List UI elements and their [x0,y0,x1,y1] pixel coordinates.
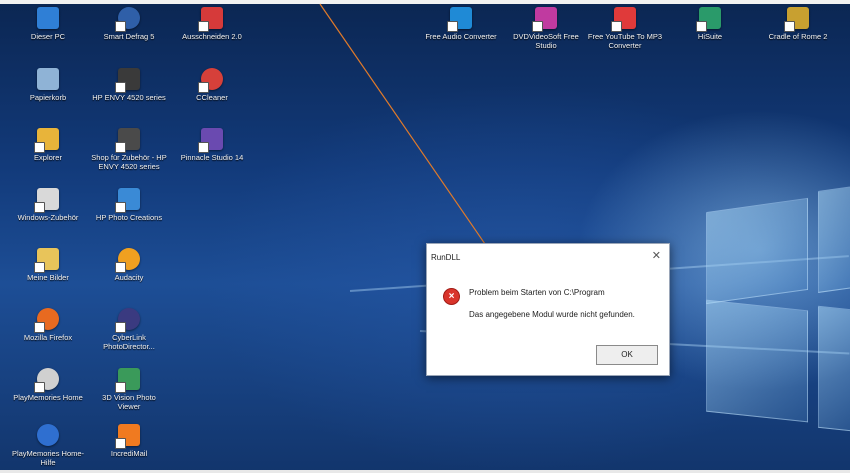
headphones-icon [447,7,472,32]
desktop-icon-ausschneiden[interactable]: Ausschneiden 2.0 [173,7,251,41]
desktop-icon-free-studio[interactable]: DVDVideoSoft Free Studio [507,7,585,50]
logo-pane [706,197,808,305]
logo-pane [818,185,850,293]
free-studio-icon [532,7,557,32]
desktop-icon-shop-zubehoer[interactable]: Shop für Zubehör - HP ENVY 4520 series [90,128,168,171]
close-icon[interactable]: ✕ [652,249,661,262]
dialog-message-line1: Problem beim Starten von C:\Program [469,288,605,297]
desktop-icon-windows-zubehoer[interactable]: Windows-Zubehör [9,188,87,222]
desktop-icon-cradle-of-rome[interactable]: Cradle of Rome 2 [759,7,837,41]
windows-accessories-icon [34,188,59,213]
pinnacle-icon [198,128,223,153]
photodirector-icon [115,308,140,333]
desktop-icon-hp-envy[interactable]: HP ENVY 4520 series [90,68,168,102]
annotation-arrow-line [319,3,497,261]
printer-icon [115,68,140,93]
desktop-icon-incredimail[interactable]: IncrediMail [90,424,168,458]
incredimail-icon [115,424,140,449]
logo-pane [706,299,808,423]
pictures-folder-icon [34,248,59,273]
desktop-icon-firefox[interactable]: Mozilla Firefox [9,308,87,342]
dialog-message-line2: Das angegebene Modul wurde nicht gefunde… [469,310,635,319]
desktop-icon-hisuite[interactable]: HiSuite [671,7,749,41]
desktop-icon-playmemories-hilfe[interactable]: PlayMemories Home-Hilfe [9,424,87,467]
rundll-dialog: RunDLL ✕ × Problem beim Starten von C:\P… [426,243,670,376]
desktop-icon-hp-photo-creations[interactable]: HP Photo Creations [90,188,168,222]
desktop-icon-3d-vision[interactable]: 3D Vision Photo Viewer [90,368,168,411]
printer-shop-icon [115,128,140,153]
error-icon: × [443,288,460,305]
logo-pane [818,305,850,433]
desktop-icon-meine-bilder[interactable]: Meine Bilder [9,248,87,282]
desktop: Dieser PC Papierkorb Explorer Windows-Zu… [0,0,850,473]
desktop-icon-explorer[interactable]: Explorer [9,128,87,162]
top-border [0,0,850,4]
desktop-icon-playmemories[interactable]: PlayMemories Home [9,368,87,402]
ok-button[interactable]: OK [596,345,658,365]
recycle-bin-icon [37,68,59,90]
desktop-icon-dieser-pc[interactable]: Dieser PC [9,7,87,41]
desktop-icon-smart-defrag[interactable]: Smart Defrag 5 [90,7,168,41]
game-icon [784,7,809,32]
desktop-icon-papierkorb[interactable]: Papierkorb [9,68,87,102]
desktop-icon-pinnacle[interactable]: Pinnacle Studio 14 [173,128,251,162]
desktop-icon-youtube-mp3[interactable]: Free YouTube To MP3 Converter [586,7,664,50]
youtube-mp3-icon [611,7,636,32]
help-icon [37,424,59,446]
defrag-icon [115,7,140,32]
desktop-icon-free-audio-converter[interactable]: Free Audio Converter [422,7,500,41]
ccleaner-icon [198,68,223,93]
desktop-icon-photodirector[interactable]: CyberLink PhotoDirector... [90,308,168,351]
desktop-icon-ccleaner[interactable]: CCleaner [173,68,251,102]
dialog-title: RunDLL [431,253,461,262]
audacity-icon [115,248,140,273]
photo-icon [115,188,140,213]
desktop-icon-audacity[interactable]: Audacity [90,248,168,282]
scissors-app-icon [198,7,223,32]
folder-icon [34,128,59,153]
computer-icon [37,7,59,29]
hisuite-icon [696,7,721,32]
playmemories-icon [34,368,59,393]
firefox-icon [34,308,59,333]
vision-viewer-icon [115,368,140,393]
